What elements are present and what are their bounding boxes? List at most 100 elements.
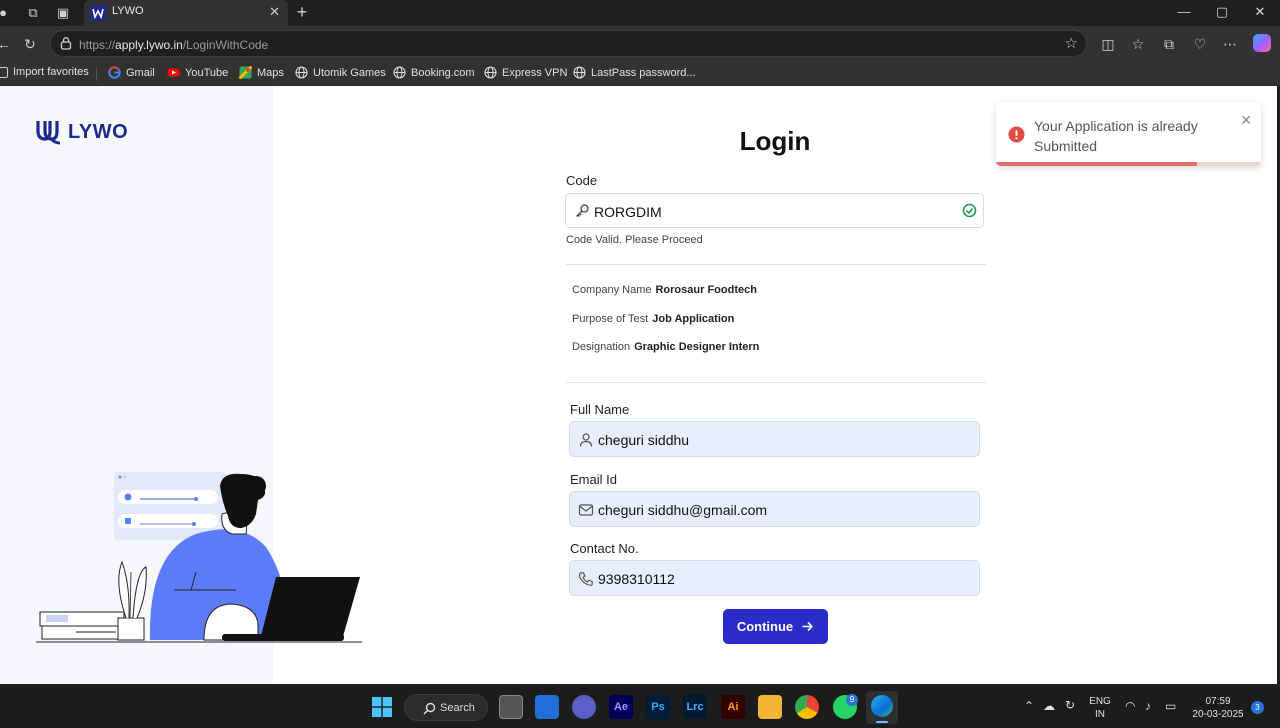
globe-icon (295, 66, 308, 79)
designation-label: Designation (572, 341, 631, 353)
bookmark-booking[interactable]: Booking.com (393, 66, 475, 79)
url-text[interactable]: https://apply.lywo.in/LoginWithCode (79, 38, 268, 52)
contact-input[interactable]: 9398310112 (569, 560, 980, 596)
bookmark-lastpass[interactable]: LastPass password... (573, 66, 696, 79)
bookmark-gmail[interactable]: Gmail (108, 66, 155, 79)
more-options-icon[interactable]: ⋯ (1220, 34, 1240, 54)
logo-text: LYWO (68, 120, 129, 143)
browser-essentials-icon[interactable]: ♡ (1190, 34, 1210, 54)
clock[interactable]: 07:59 20-03-2025 (1186, 695, 1250, 721)
show-hidden-icons[interactable]: ⌃ (1024, 700, 1034, 713)
widgets-icon[interactable] (535, 695, 559, 719)
wifi-icon[interactable]: ◠ (1125, 700, 1135, 713)
code-label: Code (566, 173, 598, 188)
mail-icon (578, 504, 594, 516)
lock-icon[interactable] (59, 36, 73, 50)
bookmark-utomik-games[interactable]: Utomik Games (295, 66, 386, 79)
arrow-right-icon (802, 621, 814, 632)
bookmark-express-vpn[interactable]: Express VPN (484, 66, 567, 79)
url-prefix: https:// (79, 38, 116, 52)
illustrator-icon[interactable]: Ai (721, 695, 745, 719)
company-name-row: Company Name Rorosaur Foodtech (572, 284, 757, 296)
clock-time: 07:59 (1205, 696, 1231, 707)
page-title: Login (739, 126, 811, 156)
lightroom-classic-icon[interactable]: Lrc (683, 695, 707, 719)
login-illustration (36, 472, 362, 643)
purpose-row: Purpose of Test Job Application (572, 313, 734, 325)
divider (566, 264, 986, 265)
full-name-input[interactable]: cheguri siddhu (569, 421, 980, 457)
company-name-label: Company Name (572, 284, 652, 296)
windows-start-icon[interactable] (372, 697, 392, 717)
photoshop-icon[interactable]: Ps (646, 695, 670, 719)
browser-titlebar: ● ⧉ ▣ LYWO ✕ + — ▢ ✕ (0, 0, 1280, 26)
task-view-icon[interactable] (499, 695, 523, 719)
url-path: /LoginWithCode (182, 38, 269, 52)
address-bar[interactable]: https://apply.lywo.in/LoginWithCode ☆ (50, 30, 1087, 57)
bookmark-youtube[interactable]: YouTube (167, 66, 228, 79)
code-input[interactable]: RORGDIM (565, 193, 984, 228)
maximize-button[interactable]: ▢ (1212, 4, 1232, 20)
windows-taskbar: Search Ae Ps Lrc Ai 9 ⌃ ☁ ↻ ENG IN ◠ ♪ ▭… (0, 687, 1280, 728)
sync-icon[interactable]: ↻ (1065, 699, 1075, 712)
favorite-star-icon[interactable]: ☆ (1065, 34, 1078, 52)
edge-taskbar-active[interactable] (866, 691, 898, 724)
purpose-value: Job Application (652, 313, 735, 325)
file-explorer-icon[interactable] (758, 695, 782, 719)
email-input[interactable]: cheguri siddhu@gmail.com (569, 491, 980, 527)
tab-lywo[interactable]: LYWO ✕ (84, 0, 288, 26)
contact-value: 9398310112 (598, 571, 675, 587)
bookmark-label: Utomik Games (313, 66, 386, 79)
teams-meet-icon[interactable] (572, 695, 596, 719)
bookmark-label: YouTube (185, 66, 229, 79)
refresh-icon[interactable]: ↻ (20, 34, 40, 54)
toast-close-icon[interactable]: ✕ (1240, 112, 1252, 129)
bookmarks-separator (96, 67, 97, 81)
notification-badge[interactable]: 3 (1251, 701, 1264, 714)
tab-close-icon[interactable]: ✕ (269, 4, 280, 20)
page-content: LYWO Login Code RORGDIM Code Valid. Plea… (0, 86, 1277, 684)
lywo-logo[interactable]: LYWO (36, 119, 128, 145)
close-window-button[interactable]: ✕ (1250, 4, 1270, 20)
maps-icon (239, 66, 252, 79)
bookmark-label: Maps (257, 66, 284, 79)
contact-label: Contact No. (570, 541, 639, 556)
toast-message: Your Application is already Submitted (1034, 118, 1198, 154)
language-region: IN (1095, 709, 1105, 720)
language-indicator[interactable]: ENG IN (1088, 695, 1112, 721)
tab-title: LYWO (112, 5, 144, 17)
collections-icon[interactable]: ⧉ (1159, 34, 1179, 54)
tab-actions-icon[interactable]: ▣ (54, 4, 72, 22)
toast-progress-track (996, 162, 1261, 166)
after-effects-icon[interactable]: Ae (609, 695, 633, 719)
error-icon (1008, 126, 1025, 143)
url-host: apply.lywo.in (115, 38, 183, 52)
chrome-icon[interactable] (795, 695, 819, 719)
profile-icon[interactable]: ● (0, 4, 12, 22)
clock-date: 20-03-2025 (1192, 709, 1244, 720)
continue-button[interactable]: Continue (723, 609, 828, 644)
globe-icon (393, 66, 406, 79)
volume-icon[interactable]: ♪ (1145, 700, 1151, 713)
back-icon[interactable]: ← (0, 34, 14, 54)
email-label: Email Id (570, 472, 617, 487)
key-icon (576, 204, 589, 217)
bookmark-import-favorites[interactable]: Import favorites (0, 66, 89, 78)
taskbar-search[interactable]: Search (404, 694, 488, 721)
active-indicator (876, 721, 888, 723)
browser-navbar: ← ↻ https://apply.lywo.in/LoginWithCode … (0, 26, 1280, 61)
battery-icon[interactable]: ▭ (1165, 700, 1176, 713)
divider (566, 382, 986, 383)
onedrive-icon[interactable]: ☁ (1043, 700, 1055, 713)
minimize-button[interactable]: — (1174, 4, 1194, 19)
favorites-icon[interactable]: ☆ (1128, 34, 1148, 54)
left-panel: LYWO (0, 86, 362, 684)
new-tab-button[interactable]: + (292, 2, 312, 23)
workspaces-icon[interactable]: ⧉ (24, 4, 42, 22)
bookmark-label: Booking.com (411, 66, 475, 79)
bookmark-maps[interactable]: Maps (239, 66, 284, 79)
split-screen-icon[interactable]: ◫ (1098, 34, 1118, 54)
search-label: Search (440, 702, 475, 714)
bookmark-label: Import favorites (13, 66, 89, 78)
copilot-icon[interactable] (1253, 34, 1271, 52)
